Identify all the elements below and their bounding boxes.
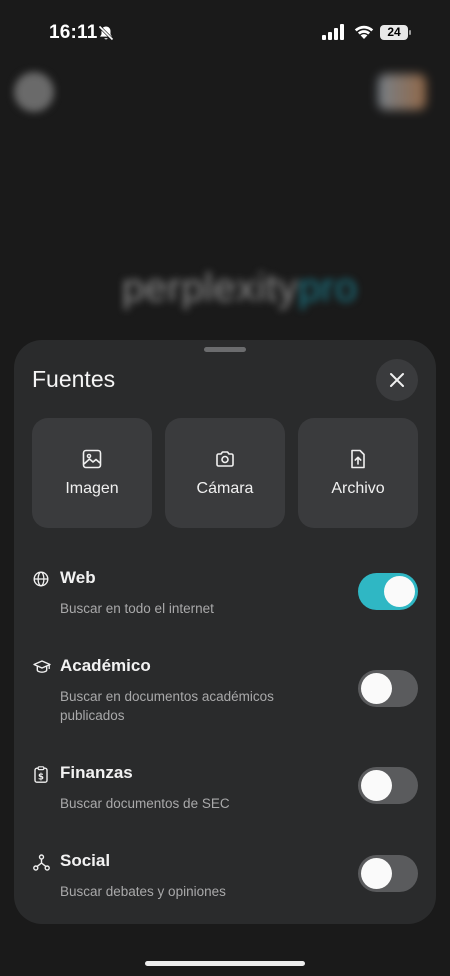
logo-suffix: pro: [298, 266, 358, 310]
close-button[interactable]: [376, 359, 418, 401]
image-button[interactable]: Imagen: [32, 418, 152, 528]
signal-icon: [322, 24, 344, 40]
camera-button-label: Cámara: [196, 480, 254, 497]
camera-button[interactable]: Cámara: [165, 418, 285, 528]
file-button[interactable]: Archivo: [298, 418, 418, 528]
toggle-knob: [384, 576, 415, 607]
status-bar: 16:11 24: [0, 0, 450, 64]
image-icon: [82, 449, 102, 469]
battery-indicator: 24: [380, 25, 408, 40]
sheet-title: Fuentes: [32, 366, 116, 392]
social-toggle[interactable]: [358, 855, 418, 892]
close-icon: [390, 373, 404, 387]
network-icon: [33, 854, 50, 871]
option-finance-description: Buscar documentos de SEC: [60, 796, 230, 811]
image-button-label: Imagen: [65, 480, 119, 497]
sources-sheet: Fuentes Imagen Cámara Archivo Web Buscar…: [14, 340, 436, 924]
option-academic-description: Buscar en documentos académicos publicad…: [60, 689, 274, 723]
toggle-knob: [361, 673, 392, 704]
sheet-drag-handle[interactable]: [204, 347, 246, 352]
option-social-description: Buscar debates y opiniones: [60, 884, 226, 899]
avatar: [14, 72, 54, 112]
option-web-description: Buscar en todo el internet: [60, 601, 214, 616]
toggle-knob: [361, 858, 392, 889]
camera-icon: [216, 451, 234, 467]
status-time: 16:11: [49, 22, 98, 43]
option-academic-title: Académico: [60, 656, 151, 675]
bell-muted-icon: [98, 25, 114, 41]
finance-toggle[interactable]: [358, 767, 418, 804]
dollar-document-icon: $: [34, 766, 48, 783]
academic-toggle[interactable]: [358, 670, 418, 707]
svg-text:$: $: [38, 772, 44, 782]
battery-cap: [409, 30, 411, 35]
web-toggle[interactable]: [358, 573, 418, 610]
toggle-knob: [361, 770, 392, 801]
graduation-cap-icon: [33, 660, 51, 673]
option-finance-title: Finanzas: [60, 763, 133, 782]
app-logo: perplexitypro: [122, 266, 358, 311]
file-upload-icon: [351, 449, 365, 469]
profile-thumbnail: [378, 74, 426, 110]
logo-text: perplexity: [122, 266, 299, 310]
file-button-label: Archivo: [331, 480, 385, 497]
globe-icon: [33, 571, 49, 587]
home-indicator[interactable]: [145, 961, 305, 966]
wifi-icon: [354, 25, 374, 39]
option-social-title: Social: [60, 851, 111, 870]
option-web-title: Web: [60, 568, 96, 587]
